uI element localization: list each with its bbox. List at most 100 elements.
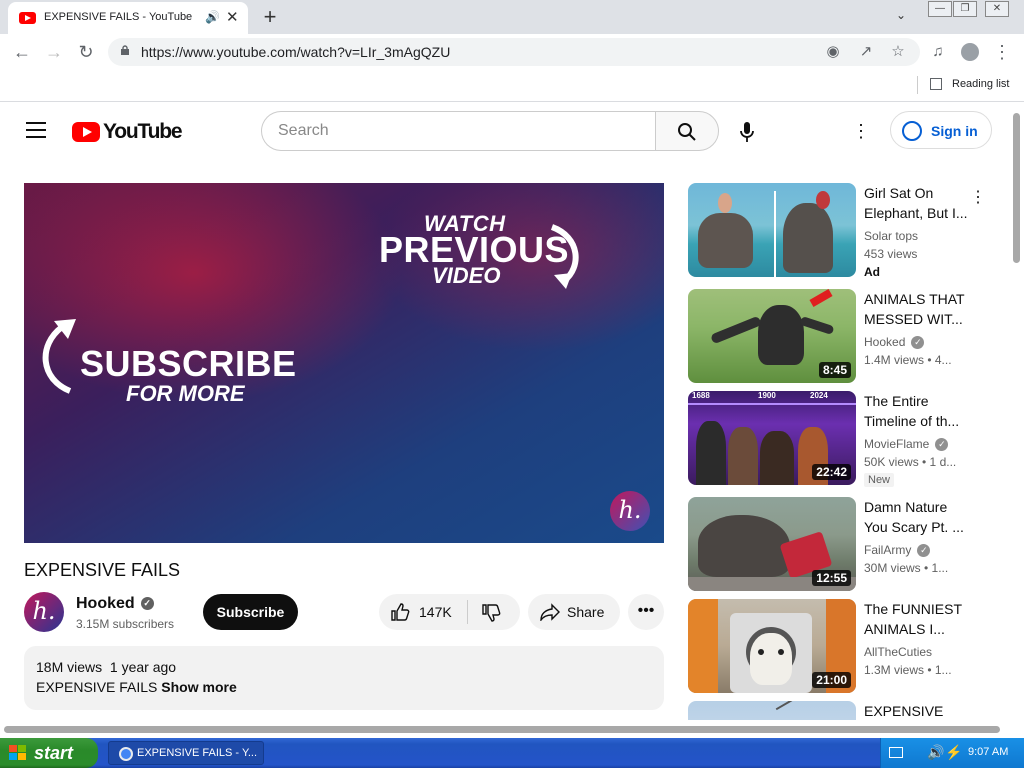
close-window-button[interactable]: ✕ [985,1,1009,17]
forward-button[interactable]: → [42,40,66,64]
recommendation-item[interactable]: 12:55 Damn Nature You Scary Pt. ... Fail… [688,497,998,593]
recommendation-item[interactable]: EXPENSIVE [688,701,998,721]
like-dislike-group: 147K [379,594,520,630]
share-page-icon[interactable]: ↗ [856,42,876,60]
recommendation-title[interactable]: Damn Nature You Scary Pt. ... [864,497,970,537]
like-count[interactable]: 147K [419,604,452,620]
hamburger-menu-icon[interactable] [26,122,46,138]
bookmarks-bar: Reading list [0,70,1024,102]
recommendation-title[interactable]: The Entire Timeline of th... [864,391,970,431]
search-icon [678,123,696,141]
network-icon[interactable]: ⚡ [945,744,962,761]
sign-in-button[interactable]: Sign in [890,111,992,149]
recommendation-channel[interactable]: Solar tops [864,229,918,243]
recommendation-item[interactable]: 21:00 The FUNNIEST ANIMALS I... AllTheCu… [688,599,998,695]
more-actions-button[interactable]: ••• [628,594,664,630]
browser-menu-icon[interactable]: ⋮ [990,40,1014,64]
taskbar-item-chrome[interactable]: EXPENSIVE FAILS - Y... [108,741,264,765]
vertical-scrollbar[interactable] [1008,103,1024,733]
start-label: start [34,743,74,763]
video-thumbnail[interactable]: 21:00 [688,599,856,693]
video-thumbnail[interactable] [688,183,856,277]
taskbar: start EXPENSIVE FAILS - Y... 🔊 ⚡ 9:07 AM [0,738,1024,768]
reload-button[interactable]: ↻ [74,40,98,64]
bookmark-star-icon[interactable]: ☆ [888,42,908,60]
channel-name[interactable]: Hooked ✓ [76,595,154,613]
profile-icon[interactable] [958,40,982,64]
channel-name-text: Hooked [76,595,135,612]
start-button[interactable]: start [0,738,98,768]
curved-arrow-icon [42,319,76,394]
thumbs-up-icon[interactable] [390,602,410,622]
eye-off-icon[interactable]: ◉ [823,42,843,60]
scrollbar-thumb[interactable] [4,726,1000,733]
settings-menu-icon[interactable]: ⋮ [852,121,870,143]
reading-list-icon[interactable] [930,78,942,90]
restore-button[interactable]: ❐ [953,1,977,17]
taskbar-item-label: EXPENSIVE FAILS - Y... [137,747,258,759]
horizontal-scrollbar[interactable] [0,720,1008,738]
media-controls-icon[interactable]: ♫ [926,40,950,64]
microphone-icon[interactable] [738,121,756,143]
scrollbar-thumb[interactable] [1013,113,1020,263]
recommendation-channel[interactable]: AllTheCuties [864,645,932,659]
video-duration: 22:42 [812,464,851,480]
address-bar[interactable]: https://www.youtube.com/watch?v=LIr_3mAg… [108,38,920,66]
video-meta: 18M views 1 year ago [36,659,176,675]
description-box[interactable]: 18M views 1 year ago EXPENSIVE FAILS Sho… [24,646,664,710]
account-icon [902,121,922,141]
recommendation-views: 1.4M views • 4... [864,353,952,367]
recommendation-title[interactable]: ANIMALS THAT MESSED WIT... [864,289,970,329]
back-button[interactable]: ← [10,40,34,64]
end-screen-subscribe[interactable]: SUBSCRIBE [80,343,297,385]
recommendation-item[interactable]: 8:45 ANIMALS THAT MESSED WIT... Hooked ✓ … [688,289,998,385]
chrome-icon [119,747,133,761]
channel-watermark-icon[interactable]: h. [610,491,650,531]
view-count: 18M views [36,659,103,675]
new-badge: New [864,473,895,487]
video-thumbnail[interactable] [688,701,856,721]
curved-arrow-icon [550,224,579,289]
recommendation-channel[interactable]: FailArmy ✓ [864,543,931,558]
recommendation-views: 50K views • 1 d... [864,455,957,469]
video-player[interactable]: WATCH PREVIOUS VIDEO SUBSCRIBE FOR MORE … [24,183,664,543]
recommendation-channel[interactable]: Hooked ✓ [864,335,925,350]
audio-playing-icon[interactable]: 🔊 [205,10,220,24]
browser-toolbar: ← → ↻ https://www.youtube.com/watch?v=LI… [0,34,1024,70]
reading-list-button[interactable]: Reading list [952,78,1009,90]
browser-tab[interactable]: EXPENSIVE FAILS - YouTube 🔊 ✕ [8,2,248,34]
item-menu-icon[interactable]: ⋮ [970,187,986,207]
recommendation-views: 30M views • 1... [864,561,949,575]
video-duration: 8:45 [818,362,851,378]
recommendation-title[interactable]: Girl Sat On Elephant, But I... [864,183,970,223]
recommendation-title[interactable]: EXPENSIVE [864,701,970,721]
recommendation-item[interactable]: 1688 1900 2024 22:42 The Entire Timeline… [688,391,998,487]
divider [917,76,918,94]
show-more-button[interactable]: Show more [161,679,236,695]
video-thumbnail[interactable]: 12:55 [688,497,856,591]
video-thumbnail[interactable]: 1688 1900 2024 22:42 [688,391,856,485]
video-thumbnail[interactable]: 8:45 [688,289,856,383]
recommendation-channel[interactable]: MovieFlame ✓ [864,437,949,452]
subscribe-button[interactable]: Subscribe [203,594,298,630]
close-tab-icon[interactable]: ✕ [226,8,239,26]
minimize-button[interactable]: — [928,1,952,17]
volume-icon[interactable]: 🔊 [927,744,944,761]
share-label: Share [567,604,605,620]
keyboard-icon[interactable] [889,747,903,758]
search-button[interactable] [655,111,719,151]
verified-check-icon: ✓ [917,544,931,558]
search-input[interactable]: Search [261,111,656,151]
thumbs-down-icon[interactable] [481,603,501,623]
channel-avatar[interactable]: h. [24,592,64,632]
clock[interactable]: 9:07 AM [968,746,1008,758]
recommendation-views: 1.3M views • 1... [864,663,952,677]
new-tab-button[interactable]: + [258,4,282,30]
recommendation-item[interactable]: Girl Sat On Elephant, But I... Solar top… [688,183,998,279]
tab-search-chevron-icon[interactable]: ⌄ [896,8,906,22]
description-text: EXPENSIVE FAILS [36,679,158,695]
description-line: EXPENSIVE FAILS Show more [36,679,237,695]
share-button[interactable]: Share [528,594,620,630]
recommendation-title[interactable]: The FUNNIEST ANIMALS I... [864,599,970,639]
share-arrow-icon [540,603,560,621]
